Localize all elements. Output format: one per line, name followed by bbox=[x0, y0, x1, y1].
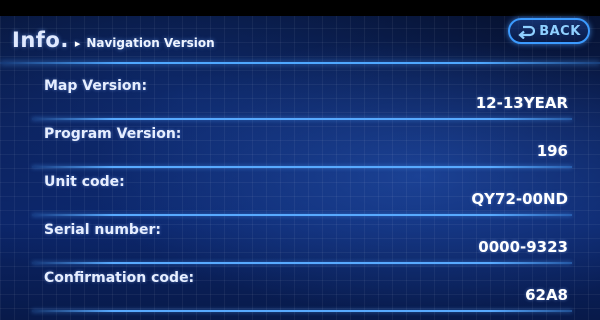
unit-code-value: QY72-00ND bbox=[471, 190, 568, 208]
list-item-unit-code: Unit code: QY72-00ND bbox=[32, 168, 572, 216]
back-button[interactable]: BACK bbox=[508, 18, 590, 44]
map-version-value: 12-13YEAR bbox=[475, 94, 568, 112]
row-divider bbox=[32, 310, 572, 312]
header-bar: Info. ▸ Navigation Version BACK bbox=[0, 16, 600, 62]
navigation-version-screen: Info. ▸ Navigation Version BACK Map Vers… bbox=[0, 0, 600, 320]
list-item-serial-number: Serial number: 0000-9323 bbox=[32, 216, 572, 264]
unit-code-label: Unit code: bbox=[44, 174, 125, 190]
serial-number-value: 0000-9323 bbox=[478, 238, 568, 256]
list-item-map-version: Map Version: 12-13YEAR bbox=[32, 72, 572, 120]
header-divider bbox=[0, 62, 600, 64]
list-item-program-version: Program Version: 196 bbox=[32, 120, 572, 168]
page-title: Info. ▸ Navigation Version bbox=[12, 28, 215, 52]
top-bezel bbox=[0, 0, 600, 16]
version-info-list: Map Version: 12-13YEAR Program Version: … bbox=[0, 72, 600, 312]
program-version-value: 196 bbox=[536, 142, 568, 160]
page-subtitle: Navigation Version bbox=[86, 36, 215, 50]
back-button-label: BACK bbox=[539, 23, 581, 39]
confirmation-code-label: Confirmation code: bbox=[44, 270, 195, 286]
serial-number-label: Serial number: bbox=[44, 222, 161, 238]
map-version-label: Map Version: bbox=[44, 78, 148, 94]
breadcrumb-separator: ▸ bbox=[74, 37, 81, 50]
program-version-label: Program Version: bbox=[44, 126, 182, 142]
back-arrow-icon bbox=[517, 24, 536, 40]
list-item-confirmation-code: Confirmation code: 62A8 bbox=[32, 264, 572, 312]
confirmation-code-value: 62A8 bbox=[525, 286, 568, 304]
page-title-main: Info. bbox=[12, 28, 69, 52]
